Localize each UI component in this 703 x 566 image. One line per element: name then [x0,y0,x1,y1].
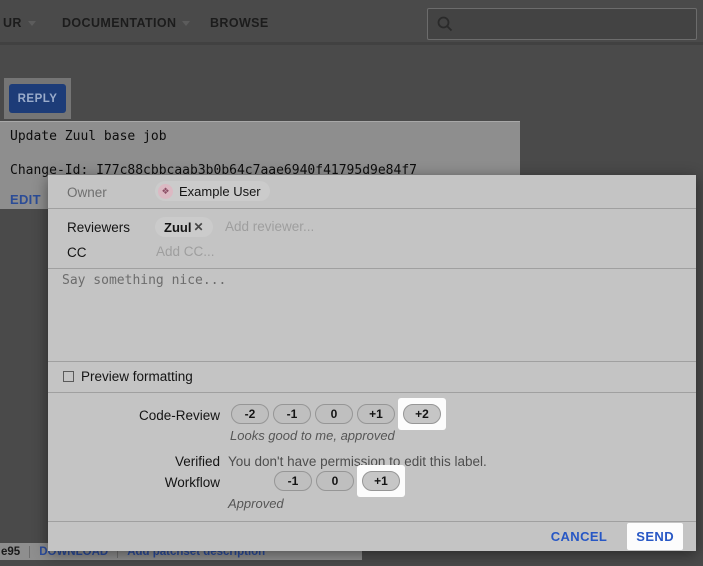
nav-item-browse[interactable]: BROWSE [210,16,269,30]
score-button[interactable]: -2 [231,404,269,424]
remove-reviewer-icon[interactable]: ✕ [193,220,203,234]
search-icon [436,15,454,33]
search-box [427,8,697,40]
score-button[interactable]: +1 [357,404,395,424]
top-nav-bar: UR DOCUMENTATION BROWSE [0,0,703,45]
add-reviewer-input[interactable] [225,219,425,234]
patchset-ref: e95 [1,546,20,558]
caret-down-icon [182,21,190,26]
divider [48,392,696,393]
gerrit-change-screen: UR DOCUMENTATION BROWSE REPLY Update Zuu… [0,0,703,566]
nav-item-label: BROWSE [210,16,269,30]
reply-dialog: Owner ❖ Example User Reviewers Zuul ✕ CC… [48,175,696,551]
caret-down-icon [28,21,36,26]
nav-item-ur[interactable]: UR [3,16,36,30]
score-button[interactable]: 0 [316,471,354,491]
send-button[interactable]: SEND [627,523,683,550]
add-cc-input[interactable] [156,244,356,259]
owner-chip[interactable]: ❖ Example User [155,181,270,201]
reviewer-chip-zuul[interactable]: Zuul ✕ [155,217,213,237]
owner-chip-name: Example User [179,184,261,199]
score-button[interactable]: 0 [315,404,353,424]
reply-button[interactable]: REPLY [9,84,66,113]
code-review-score-buttons: -2 -1 0 +1 +2 [229,398,447,430]
reply-message-textarea[interactable] [60,271,688,359]
divider [48,361,696,362]
preview-formatting-checkbox[interactable] [63,371,74,382]
reply-button-focus-ring: REPLY [4,78,71,119]
cancel-button[interactable]: CANCEL [545,528,614,545]
edit-link[interactable]: EDIT [10,192,41,207]
reviewers-label: Reviewers [67,220,130,235]
divider [48,208,696,209]
score-button[interactable]: -1 [274,471,312,491]
selected-score-highlight: +1 [357,465,405,497]
commit-subject: Update Zuul base job [10,129,167,144]
owner-label: Owner [67,185,107,200]
divider [48,268,696,269]
nav-item-label: DOCUMENTATION [62,16,176,30]
workflow-label: Workflow [48,475,220,490]
score-button-selected[interactable]: +1 [362,471,400,491]
avatar-identicon: ❖ [158,184,173,199]
preview-formatting-label: Preview formatting [81,369,193,384]
score-button-selected[interactable]: +2 [403,404,441,424]
search-input[interactable] [454,9,696,39]
selected-score-highlight: +2 [398,398,446,430]
workflow-score-buttons: -1 0 +1 [272,465,406,497]
dialog-action-row: CANCEL SEND [48,522,696,551]
code-review-hint: Looks good to me, approved [230,428,395,443]
verified-label: Verified [48,454,220,469]
score-button[interactable]: -1 [273,404,311,424]
nav-item-label: UR [3,16,22,30]
reviewer-chip-name: Zuul [164,220,191,235]
cc-label: CC [67,245,87,260]
divider [29,546,30,558]
code-review-label: Code-Review [48,408,220,423]
workflow-hint: Approved [228,496,284,511]
send-button-label: SEND [636,529,674,544]
nav-item-documentation[interactable]: DOCUMENTATION [62,16,190,30]
